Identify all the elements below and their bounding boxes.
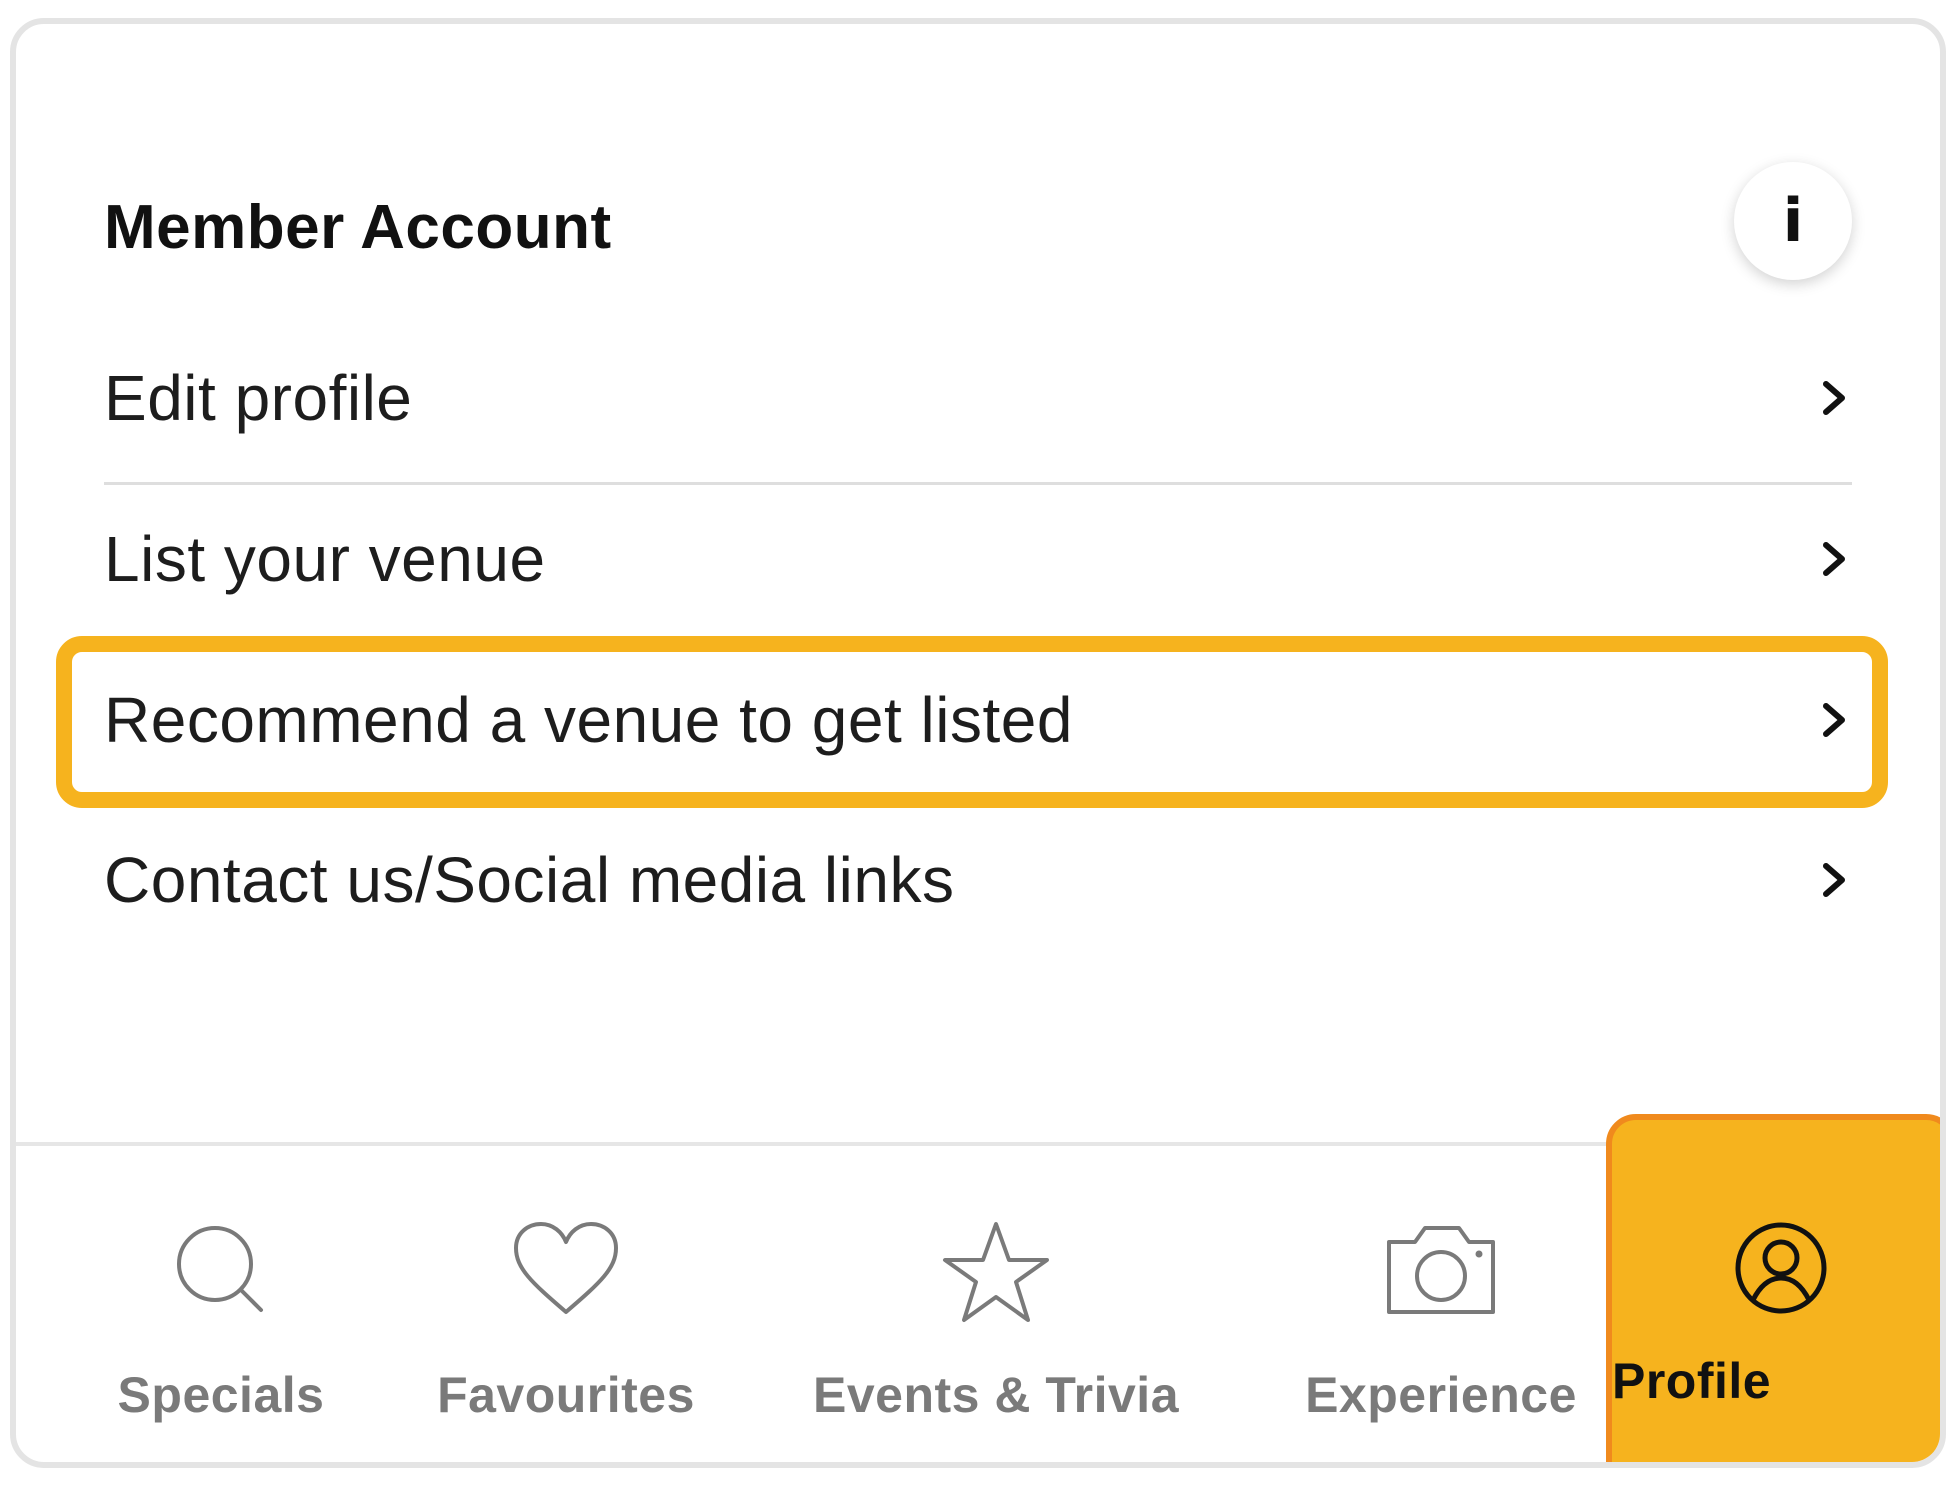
info-icon: i bbox=[1782, 186, 1804, 256]
chevron-right-icon bbox=[1823, 863, 1845, 897]
info-button[interactable]: i bbox=[1734, 162, 1852, 280]
chevron-right-icon bbox=[1823, 381, 1845, 415]
chevron-right-icon bbox=[1823, 542, 1845, 576]
chevron-right-icon bbox=[1823, 703, 1845, 737]
tab-label: Experience bbox=[1305, 1367, 1577, 1423]
heart-icon bbox=[514, 1222, 618, 1314]
menu-item-label: Recommend a venue to get listed bbox=[104, 684, 1073, 756]
camera-icon bbox=[1387, 1226, 1495, 1314]
menu-item-edit-profile[interactable]: Edit profile bbox=[104, 318, 1852, 478]
section-title: Member Account bbox=[104, 193, 612, 262]
user-circle-icon bbox=[1735, 1222, 1827, 1314]
menu-item-contact-social[interactable]: Contact us/Social media links bbox=[104, 800, 1852, 960]
tab-specials[interactable]: Specials bbox=[86, 1174, 356, 1462]
tab-label: Favourites bbox=[437, 1367, 695, 1423]
tab-label: Events & Trivia bbox=[813, 1367, 1179, 1423]
tab-experience[interactable]: Experience bbox=[1276, 1174, 1606, 1462]
star-icon bbox=[943, 1222, 1049, 1322]
menu-item-list-venue[interactable]: List your venue bbox=[104, 479, 1852, 639]
tab-favourites[interactable]: Favourites bbox=[416, 1174, 716, 1462]
menu-item-label: List your venue bbox=[104, 523, 546, 595]
menu-item-label: Contact us/Social media links bbox=[104, 844, 955, 916]
menu-item-recommend-venue[interactable]: Recommend a venue to get listed bbox=[104, 640, 1852, 800]
tab-events-trivia[interactable]: Events & Trivia bbox=[786, 1174, 1206, 1462]
search-icon bbox=[177, 1226, 263, 1312]
tab-label: Profile bbox=[1612, 1353, 1772, 1409]
tab-label: Specials bbox=[117, 1367, 325, 1423]
tab-profile[interactable]: Profile bbox=[1606, 1114, 1940, 1462]
app-frame: Member Account i Edit profile List your … bbox=[10, 18, 1946, 1468]
menu-item-label: Edit profile bbox=[104, 362, 413, 434]
